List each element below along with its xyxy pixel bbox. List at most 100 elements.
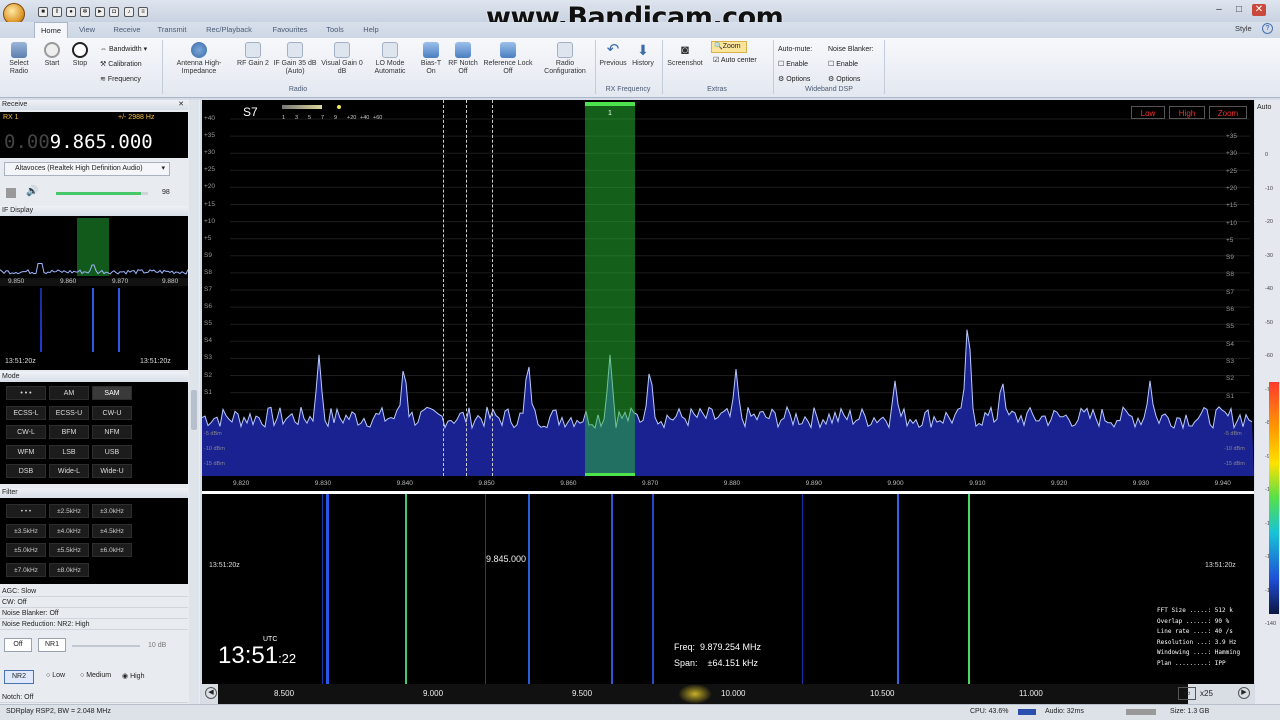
mode-button-0[interactable]: • • •	[6, 386, 46, 400]
mode-button-13[interactable]: Wide-L	[49, 464, 89, 478]
auto-button[interactable]: Auto	[1257, 104, 1271, 111]
history-button[interactable]: ⬇ History	[628, 42, 658, 68]
if-display[interactable]: 9.850 9.860 9.870 9.880 13:51:20z 13:51:…	[0, 216, 188, 370]
tab-transmit[interactable]: Transmit	[152, 22, 192, 38]
qa-skip-icon[interactable]: ►	[95, 7, 105, 17]
tab-help[interactable]: Help	[356, 22, 386, 38]
nr-low-radio[interactable]: ○ Low	[46, 672, 65, 679]
audio-device-select[interactable]: Altavoces (Realtek High Definition Audio…	[4, 162, 170, 176]
nr-high-radio[interactable]: ◉ High	[122, 672, 144, 680]
qa-stop2-icon[interactable]: ●	[66, 7, 76, 17]
scroll-right-icon[interactable]: ▶	[1238, 687, 1250, 699]
nr-off-button[interactable]: Off	[4, 638, 32, 652]
bandwidth-button[interactable]: ⇔ Bandwidth ▾	[100, 42, 147, 57]
help-icon[interactable]: ?	[1262, 23, 1273, 34]
tuning-axis[interactable]: ◀ 8.500 9.000 9.500 10.000 10.500 11.000 ▭ x2…	[202, 684, 1254, 704]
cw-setting[interactable]: CW: Off	[0, 597, 188, 608]
vfo-passband[interactable]: 1	[585, 102, 635, 476]
radio-configuration-button[interactable]: Radio Configuration	[538, 42, 592, 76]
filter-button-6[interactable]: ±5.0kHz	[6, 543, 46, 557]
qa-camera-icon[interactable]: ◘	[109, 7, 119, 17]
filter-button-0[interactable]: • • •	[6, 504, 46, 518]
filter-button-4[interactable]: ±4.0kHz	[49, 523, 89, 538]
filter-button-9[interactable]: ±7.0kHz	[6, 562, 46, 577]
stop-button[interactable]: Stop	[66, 42, 94, 68]
fit-icon[interactable]: ▭	[1178, 687, 1196, 700]
nr1-button[interactable]: NR1	[38, 638, 66, 652]
low-button[interactable]: Low	[1131, 106, 1165, 119]
rf-notch-button[interactable]: RF Notch Off	[446, 42, 480, 76]
nr-medium-radio[interactable]: ○ Medium	[80, 672, 111, 679]
scroll-left-icon[interactable]: ◀	[205, 687, 217, 699]
volume-slider[interactable]	[56, 192, 148, 195]
mode-button-3[interactable]: ECSS-L	[6, 405, 46, 420]
mode-button-2[interactable]: SAM	[92, 386, 132, 400]
select-radio-button[interactable]: Select Radio	[4, 42, 34, 76]
close-icon[interactable]: ✕	[1252, 4, 1266, 16]
mode-button-5[interactable]: CW-U	[92, 405, 132, 420]
agc-setting[interactable]: AGC: Slow	[0, 586, 188, 597]
scrollbar-thumb[interactable]	[191, 390, 197, 430]
tab-view[interactable]: View	[72, 22, 102, 38]
mode-button-7[interactable]: BFM	[49, 425, 89, 439]
mode-button-10[interactable]: LSB	[49, 444, 89, 459]
speaker-icon[interactable]: 🔊	[26, 186, 38, 197]
previous-button[interactable]: ↶ Previous	[598, 42, 628, 68]
color-scale-bar[interactable]	[1269, 382, 1279, 614]
noise-blanker-options-button[interactable]: ⚙ Options	[828, 72, 874, 87]
mode-button-1[interactable]: AM	[49, 386, 89, 400]
tab-tools[interactable]: Tools	[320, 22, 350, 38]
tab-home[interactable]: Home	[34, 22, 68, 38]
mode-button-14[interactable]: Wide-U	[92, 464, 132, 478]
filter-button-3[interactable]: ±3.5kHz	[6, 523, 46, 538]
mode-button-11[interactable]: USB	[92, 444, 132, 459]
antenna-button[interactable]: Antenna High-Impedance	[166, 42, 232, 76]
filter-button-7[interactable]: ±5.5kHz	[49, 543, 89, 557]
high-button[interactable]: High	[1169, 106, 1205, 119]
noise-reduction-setting[interactable]: Noise Reduction: NR2: High	[0, 619, 188, 630]
nr2-button[interactable]: NR2	[4, 670, 34, 684]
spectrum-display[interactable]: 1 S7 1 3 5 7 9 +20 +40 +60 Low High Zoom +40 +35…	[202, 100, 1254, 491]
qa-mute-icon[interactable]: ♪	[124, 7, 134, 17]
bias-t-button[interactable]: Bias-T On	[416, 42, 446, 76]
filter-button-8[interactable]: ±6.0kHz	[92, 543, 132, 557]
auto-mute-options-button[interactable]: ⚙ Options	[778, 72, 812, 87]
noise-blanker-enable-checkbox[interactable]: ☐ Enable	[828, 57, 874, 72]
left-scrollbar[interactable]	[189, 100, 199, 706]
auto-mute-enable-checkbox[interactable]: ☐ Enable	[778, 57, 812, 72]
close-icon[interactable]: ✕	[178, 100, 188, 110]
qa-pause-icon[interactable]: ‖	[52, 7, 62, 17]
mode-button-4[interactable]: ECSS-U	[49, 405, 89, 420]
screenshot-button[interactable]: ◙ Screenshot	[664, 42, 706, 68]
mode-button-6[interactable]: CW-L	[6, 425, 46, 439]
lo-mode-button[interactable]: LO Mode Automatic	[368, 42, 412, 76]
frequency-button[interactable]: ≋ Frequency	[100, 72, 147, 87]
auto-center-checkbox[interactable]: ☑ Auto center	[713, 56, 757, 64]
qa-settings-icon[interactable]: ≡	[138, 7, 148, 17]
style-menu[interactable]: Style	[1235, 24, 1252, 33]
waterfall-display[interactable]: 13:51:20z 13:51:20z 9.845.000 UTC 13:51:…	[202, 494, 1254, 684]
filter-button-2[interactable]: ±3.0kHz	[92, 504, 132, 518]
nr-level-slider[interactable]	[72, 645, 140, 647]
mode-button-12[interactable]: DSB	[6, 464, 46, 478]
start-button[interactable]: Start	[38, 42, 66, 68]
filter-button-5[interactable]: ±4.5kHz	[92, 523, 132, 538]
qa-stop-icon[interactable]: ■	[38, 7, 48, 17]
notch-setting[interactable]: Notch: Off	[0, 692, 188, 703]
if-gain-button[interactable]: IF Gain 35 dB (Auto)	[270, 42, 320, 76]
noise-blanker-setting[interactable]: Noise Blanker: Off	[0, 608, 188, 619]
zoom-toggle[interactable]: 🔍Zoom	[711, 41, 747, 53]
reference-lock-button[interactable]: Reference Lock Off	[480, 42, 536, 76]
filter-button-1[interactable]: ±2.5kHz	[49, 504, 89, 518]
qa-config-icon[interactable]: ✻	[80, 7, 90, 17]
mode-button-9[interactable]: WFM	[6, 444, 46, 459]
frequency-display[interactable]: RX 1 +/- 2988 Hz 0.009.865.000	[0, 112, 188, 158]
filter-button-10[interactable]: ±8.0kHz	[49, 562, 89, 577]
mode-button-8[interactable]: NFM	[92, 425, 132, 439]
tab-receive[interactable]: Receive	[108, 22, 146, 38]
tab-favourites[interactable]: Favourites	[266, 22, 314, 38]
tab-rec-playback[interactable]: Rec/Playback	[198, 22, 260, 38]
rf-gain-button[interactable]: RF Gain 2	[236, 42, 270, 68]
calibration-button[interactable]: ⚒ Calibration	[100, 57, 147, 72]
band-axis[interactable]: 8.500 9.000 9.500 10.000 10.500 11.000	[218, 684, 1188, 704]
